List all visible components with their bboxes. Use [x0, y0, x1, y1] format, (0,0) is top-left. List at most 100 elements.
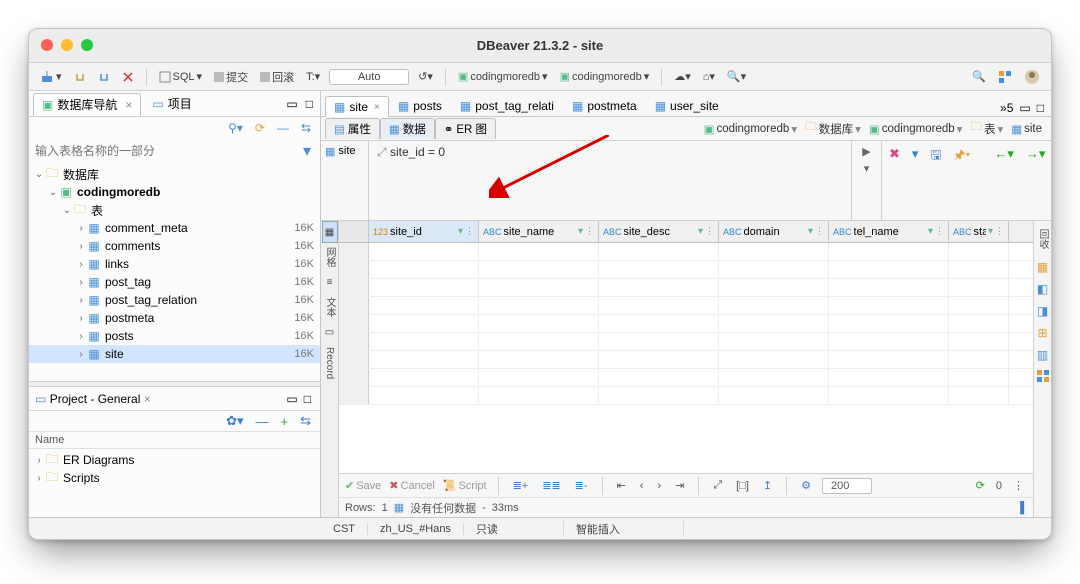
grid-row[interactable] — [339, 369, 1033, 387]
perspective-icon[interactable] — [995, 69, 1015, 85]
filter-funnel2-icon[interactable]: ▾ — [909, 145, 922, 163]
refresh-result-icon[interactable]: ⟳ — [973, 478, 988, 493]
filter-clear-icon[interactable]: ✖ — [886, 145, 903, 163]
project-link-icon[interactable]: ⇆ — [297, 412, 314, 430]
tree-node-table[interactable]: ›▦posts16K — [29, 327, 320, 345]
breadcrumb-item[interactable]: 🗀表 ▾ — [967, 118, 1006, 139]
rollback-button[interactable]: 回滚 — [257, 68, 297, 86]
filter-expression-box[interactable]: ⤢ site_id = 0 — [369, 141, 851, 220]
nav-back-icon[interactable]: ←▾ — [991, 145, 1017, 163]
grid-row[interactable] — [339, 243, 1033, 261]
more-menu-icon[interactable]: ⋮ — [1010, 478, 1027, 493]
filter-apply-icon[interactable]: ▶ — [862, 145, 870, 158]
history-icon[interactable]: ↺▾ — [415, 69, 436, 84]
link-editor-icon[interactable]: ⇆ — [298, 120, 314, 136]
editor-tab[interactable]: ▦user_site — [646, 95, 728, 116]
tree-node-table[interactable]: ›▦post_tag16K — [29, 273, 320, 291]
project-item[interactable]: ›🗀Scripts — [29, 469, 320, 487]
tx-mode-button[interactable]: T:▾ — [303, 69, 323, 84]
tab-db-navigator[interactable]: ▣数据库导航× — [33, 93, 141, 116]
project-min-icon[interactable]: ▭ — [283, 391, 300, 407]
grid-row[interactable] — [339, 351, 1033, 369]
minimize-icon[interactable] — [61, 39, 73, 51]
connection-combo-2[interactable]: ▣codingmoredb ▾ — [557, 69, 653, 84]
tree-node-table[interactable]: ›▦links16K — [29, 255, 320, 273]
nav-fwd-icon[interactable]: →▾ — [1023, 145, 1049, 163]
project-collapse-icon[interactable]: — — [253, 413, 272, 430]
next-page-icon[interactable]: › — [654, 479, 664, 493]
editor-tab[interactable]: ▦postmeta — [563, 95, 646, 116]
subtab-er[interactable]: ⚭ER 图 — [435, 118, 496, 139]
view-record-icon[interactable]: ▭ — [322, 321, 338, 343]
panel-toggle-icon[interactable]: ▐ — [1013, 501, 1027, 515]
settings-gear-icon[interactable]: ⚙ — [798, 478, 814, 493]
grid-row[interactable] — [339, 297, 1033, 315]
value-icon[interactable]: ▥ — [1034, 347, 1051, 363]
breadcrumb-item[interactable]: ▦site — [1008, 121, 1045, 137]
plug-icon[interactable] — [71, 70, 89, 84]
filter-funnel-icon[interactable]: ▾ — [300, 140, 314, 162]
zoom-icon[interactable] — [81, 39, 93, 51]
page-size-input[interactable]: 200 — [822, 478, 872, 494]
commit-button[interactable]: 提交 — [211, 68, 251, 86]
view-grid-icon[interactable]: ▦ — [322, 221, 338, 243]
filter-save-icon[interactable]: 🖫 — [927, 145, 944, 169]
autosize-icon[interactable]: ⤢ — [710, 478, 725, 493]
refresh-icon[interactable]: ⟳ — [252, 120, 268, 136]
project-add-icon[interactable]: + — [278, 413, 292, 430]
home-icon[interactable]: ⌂▾ — [700, 69, 718, 84]
column-header[interactable]: ABCstat▾⋮ — [949, 221, 1009, 242]
editor-tab[interactable]: ▦post_tag_relati — [451, 95, 563, 116]
new-connection-button[interactable]: ▾ — [37, 69, 65, 85]
grid-row[interactable] — [339, 315, 1033, 333]
connection-combo-1[interactable]: ▣codingmoredb ▾ — [455, 69, 551, 84]
column-header[interactable]: ABCsite_name▾⋮ — [479, 221, 599, 242]
filter-bookmark-icon[interactable]: 🖈▾ — [951, 145, 974, 169]
tree-node-table[interactable]: ›▦postmeta16K — [29, 309, 320, 327]
first-page-icon[interactable]: ⇤ — [614, 478, 629, 493]
tree-node-db[interactable]: ⌄▣codingmoredb — [29, 183, 320, 201]
cancel-button[interactable]: ✖Cancel — [389, 479, 434, 492]
view-text-icon[interactable]: ≡ — [322, 271, 338, 293]
breadcrumb-item[interactable]: 🗀数据库 ▾ — [802, 118, 864, 139]
grid-row[interactable] — [339, 333, 1033, 351]
project-settings-icon[interactable]: ✿▾ — [223, 412, 246, 430]
tree-node-databases[interactable]: ⌄🗀数据库 — [29, 165, 320, 183]
column-header[interactable]: 123site_id▾⋮ — [369, 221, 479, 242]
avatar-icon[interactable] — [1021, 68, 1043, 86]
search-dropdown-icon[interactable]: 🔍▾ — [724, 69, 749, 84]
tab-projects[interactable]: ▭项目 — [143, 92, 200, 115]
grid-body[interactable] — [339, 243, 1033, 473]
add-row-icon[interactable]: ≣+ — [510, 478, 532, 493]
tx-mode-combo[interactable]: Auto — [329, 69, 409, 85]
filter-dropdown-icon[interactable]: ▾ — [864, 162, 870, 175]
collapse-icon[interactable]: — — [274, 120, 292, 136]
subtab-data[interactable]: ▦数据 — [380, 118, 435, 139]
left-minimize-icon[interactable]: ▭ — [283, 96, 300, 112]
sql-editor-button[interactable]: SQL▾ — [156, 69, 206, 84]
plug-disconnect-icon[interactable] — [119, 70, 137, 84]
tree-node-table[interactable]: ›▦comments16K — [29, 237, 320, 255]
column-header[interactable]: ABCdomain▾⋮ — [719, 221, 829, 242]
grid-row[interactable] — [339, 261, 1033, 279]
project-item[interactable]: ›🗀ER Diagrams — [29, 451, 320, 469]
project-max-icon[interactable]: □ — [301, 391, 314, 407]
column-header[interactable]: ABCsite_desc▾⋮ — [599, 221, 719, 242]
tree-node-tables[interactable]: ⌄🗀表 — [29, 201, 320, 219]
editor-max-icon[interactable]: □ — [1034, 100, 1047, 116]
tree-node-table[interactable]: ›▦site16K — [29, 345, 320, 363]
refs-icon[interactable]: ⊞ — [1034, 325, 1050, 341]
del-row-icon[interactable]: ≣- — [572, 478, 591, 493]
grid-row[interactable] — [339, 387, 1033, 405]
left-restore-icon[interactable]: □ — [303, 96, 316, 112]
calc-icon[interactable]: ▦ — [1034, 259, 1051, 275]
cloud-icon[interactable]: ☁▾ — [671, 69, 694, 84]
plug-connect-icon[interactable] — [95, 70, 113, 84]
editor-overflow-button[interactable]: »5 — [997, 100, 1016, 116]
search-icon[interactable]: 🔍 — [969, 69, 989, 84]
apps-icon[interactable] — [1034, 369, 1052, 383]
breadcrumb-item[interactable]: ▣codingmoredb ▾ — [701, 121, 801, 137]
grid-corner[interactable] — [339, 221, 369, 242]
breadcrumb-item[interactable]: ▣codingmoredb ▾ — [866, 121, 966, 137]
column-header[interactable]: ABCtel_name▾⋮ — [829, 221, 949, 242]
